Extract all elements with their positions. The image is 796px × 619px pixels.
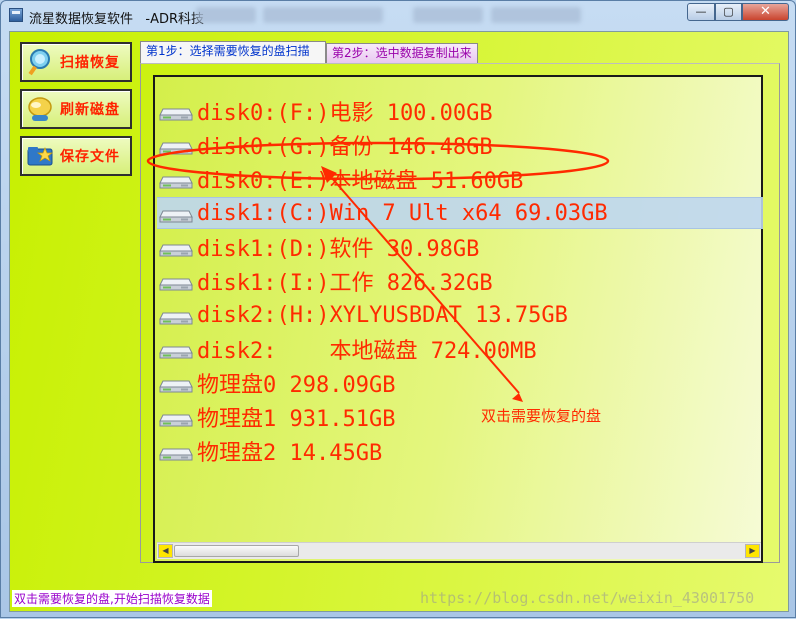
- disk-label: disk0:(F:)电影 100.00GB: [197, 101, 493, 126]
- save-file-label: 保存文件: [60, 149, 120, 165]
- app-icon: [9, 8, 23, 22]
- disk-list-item[interactable]: disk1:(D:)软件 30.98GB: [157, 231, 763, 263]
- window-title: 流星数据恢复软件 -ADR科技: [29, 12, 205, 27]
- globe-icon: [26, 95, 54, 123]
- disk-label: 物理盘1 931.51GB: [197, 407, 396, 432]
- disk-list-item[interactable]: disk1:(C:)Win 7 Ult x64 69.03GB: [157, 197, 763, 229]
- hard-drive-icon: [159, 134, 193, 156]
- hard-drive-icon: [159, 100, 193, 122]
- main-panel: 扫描恢复 刷新磁盘 保存文件 第1步：选择需要恢复的盘扫描 第2步：选中数据复制…: [9, 31, 789, 612]
- tab-step2[interactable]: 第2步：选中数据复制出来: [326, 43, 478, 63]
- blurred-title-region: [413, 7, 483, 23]
- hard-drive-icon: [159, 270, 193, 292]
- save-file-button[interactable]: 保存文件: [20, 136, 132, 176]
- close-button[interactable]: ✕: [742, 3, 789, 21]
- disk-label: disk0:(E:)本地磁盘 51.60GB: [197, 169, 524, 194]
- hard-drive-icon: [159, 338, 193, 360]
- watermark-text: https://blog.csdn.net/weixin_43001750: [420, 589, 755, 607]
- hard-drive-icon: [159, 202, 193, 224]
- disk-label: disk1:(I:)工作 826.32GB: [197, 271, 493, 296]
- disk-list-item[interactable]: 物理盘1 931.51GB: [157, 401, 763, 433]
- disk-label: disk1:(D:)软件 30.98GB: [197, 237, 480, 262]
- title-bar[interactable]: 流星数据恢复软件 -ADR科技 — ▢ ✕: [1, 1, 795, 31]
- horizontal-scrollbar[interactable]: ◀ ▶: [157, 542, 761, 559]
- disk-list-item[interactable]: disk0:(E:)本地磁盘 51.60GB: [157, 163, 763, 195]
- disk-list-item[interactable]: disk1:(I:)工作 826.32GB: [157, 265, 763, 297]
- disk-list-item[interactable]: disk2:(H:)XYLYUSBDAT 13.75GB: [157, 299, 763, 331]
- annotation-label: 双击需要恢复的盘: [481, 407, 602, 425]
- minimize-button[interactable]: —: [687, 3, 715, 21]
- disk-list[interactable]: disk0:(F:)电影 100.00GB disk0:(G:)备份 146.48…: [153, 75, 763, 563]
- status-message: 双击需要恢复的盘,开始扫描恢复数据: [12, 590, 212, 607]
- disk-label: disk0:(G:)备份 146.48GB: [197, 135, 493, 160]
- disk-list-item[interactable]: 物理盘2 14.45GB: [157, 435, 763, 467]
- hard-drive-icon: [159, 372, 193, 394]
- disk-label: disk1:(C:)Win 7 Ult x64 69.03GB: [197, 200, 608, 226]
- disk-label: disk2: 本地磁盘 724.00MB: [197, 339, 537, 364]
- hard-drive-icon: [159, 236, 193, 258]
- hard-drive-icon: [159, 440, 193, 462]
- blurred-title-region: [263, 7, 383, 23]
- refresh-disk-label: 刷新磁盘: [60, 102, 120, 118]
- disk-list-item[interactable]: disk0:(G:)备份 146.48GB: [157, 129, 763, 161]
- scroll-left-arrow[interactable]: ◀: [158, 544, 173, 558]
- disk-label: 物理盘0 298.09GB: [197, 373, 396, 398]
- maximize-button[interactable]: ▢: [715, 3, 742, 21]
- disk-list-item[interactable]: 物理盘0 298.09GB: [157, 367, 763, 399]
- folder-star-icon: [26, 142, 54, 170]
- refresh-disk-button[interactable]: 刷新磁盘: [20, 89, 132, 129]
- magnifier-icon: [26, 48, 54, 76]
- hard-drive-icon: [159, 406, 193, 428]
- disk-label: disk2:(H:)XYLYUSBDAT 13.75GB: [197, 302, 568, 328]
- hard-drive-icon: [159, 304, 193, 326]
- disk-list-item[interactable]: disk2: 本地磁盘 724.00MB: [157, 333, 763, 365]
- disk-list-item[interactable]: disk0:(F:)电影 100.00GB: [157, 95, 763, 127]
- disk-label: 物理盘2 14.45GB: [197, 441, 383, 466]
- app-window: 流星数据恢复软件 -ADR科技 — ▢ ✕ 扫描恢复 刷新磁盘 保存文件 第1步…: [0, 0, 796, 618]
- blurred-title-region: [491, 7, 581, 23]
- tab-step1[interactable]: 第1步：选择需要恢复的盘扫描: [140, 41, 326, 63]
- scroll-thumb[interactable]: [174, 545, 299, 557]
- scan-recover-label: 扫描恢复: [60, 55, 120, 71]
- hard-drive-icon: [159, 168, 193, 190]
- scroll-right-arrow[interactable]: ▶: [745, 544, 760, 558]
- blurred-title-region: [196, 7, 256, 23]
- scan-recover-button[interactable]: 扫描恢复: [20, 42, 132, 82]
